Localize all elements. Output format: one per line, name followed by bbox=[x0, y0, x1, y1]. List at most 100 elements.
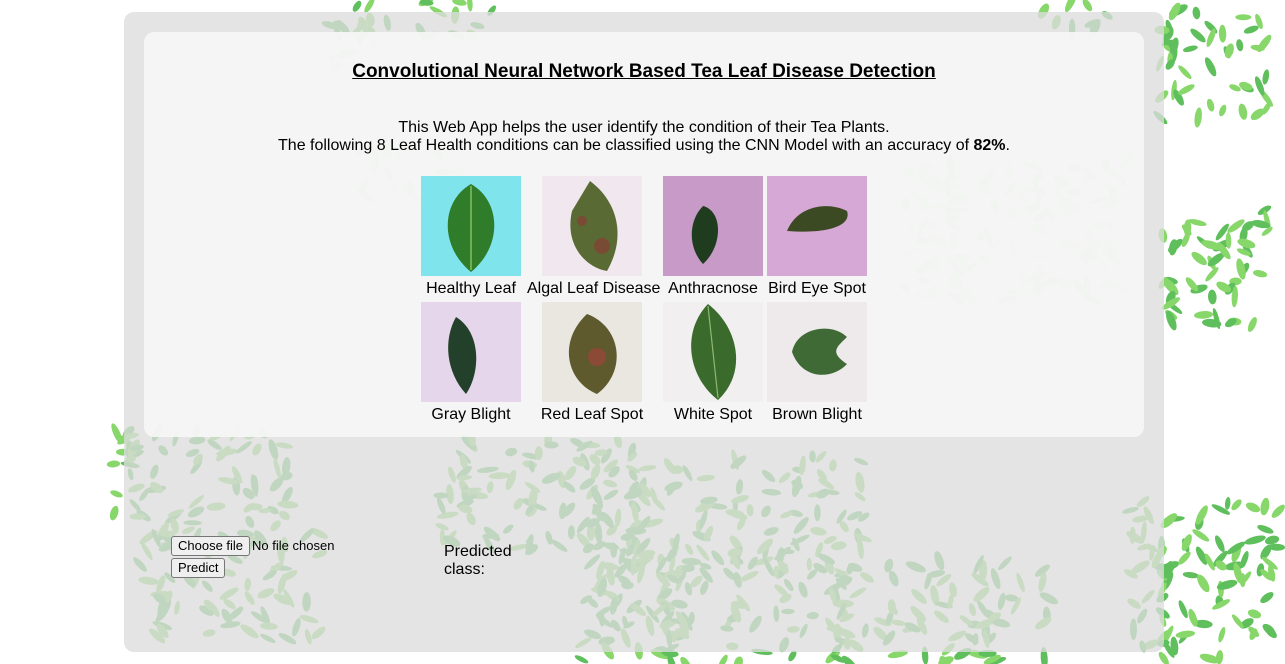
leaf-shape bbox=[1181, 534, 1192, 551]
white-spot-leaf-image bbox=[663, 302, 763, 402]
leaf-shape bbox=[830, 654, 846, 663]
leaf-shape bbox=[1262, 69, 1270, 85]
page-title: Convolutional Neural Network Based Tea L… bbox=[352, 61, 936, 82]
predict-button[interactable]: Predict bbox=[171, 558, 226, 578]
leaf-shape bbox=[1260, 497, 1270, 516]
condition-gray-blight: Gray Blight bbox=[406, 302, 536, 424]
leaf-shape bbox=[1247, 609, 1262, 619]
leaf-shape bbox=[1219, 104, 1227, 117]
leaf-shape bbox=[1212, 550, 1228, 567]
leaf-shape bbox=[1165, 26, 1174, 40]
description-text: The following 8 Leaf Health conditions c… bbox=[278, 137, 974, 154]
leaf-shape bbox=[1259, 89, 1274, 107]
leaf-shape bbox=[1188, 608, 1198, 627]
leaf-shape bbox=[1192, 6, 1201, 20]
leaf-shape bbox=[1165, 310, 1178, 320]
leaf-shape bbox=[1168, 238, 1183, 253]
leaf-shape bbox=[733, 656, 744, 664]
red-leaf-spot-image bbox=[542, 302, 642, 402]
leaf-shape bbox=[1231, 499, 1242, 511]
leaf-shape bbox=[1239, 83, 1254, 93]
leaf-shape bbox=[1158, 651, 1169, 664]
leaf-shape bbox=[1195, 516, 1204, 530]
leaf-shape bbox=[452, 0, 467, 6]
leaf-shape bbox=[1263, 210, 1271, 230]
leaf-shape bbox=[1165, 19, 1174, 36]
leaf-shape bbox=[1262, 623, 1276, 636]
description: This Web App helps the user identify the… bbox=[144, 119, 1144, 155]
leaf-shape bbox=[1183, 219, 1192, 237]
leaf-shape bbox=[1229, 277, 1242, 286]
leaf-shape bbox=[1260, 544, 1272, 560]
leaf-shape bbox=[1181, 224, 1192, 236]
brown-blight-leaf-image bbox=[767, 302, 867, 402]
choose-file-button[interactable]: Choose file bbox=[171, 536, 251, 556]
leaf-shape bbox=[1182, 45, 1198, 53]
leaf-shape bbox=[842, 655, 857, 664]
leaf-shape bbox=[1163, 45, 1176, 53]
leaf-shape bbox=[1162, 276, 1178, 285]
leaf-shape bbox=[1261, 556, 1278, 570]
leaf-shape bbox=[1216, 579, 1238, 590]
leaf-shape bbox=[1214, 535, 1225, 552]
leaf-shape bbox=[1267, 564, 1276, 582]
leaf-shape bbox=[1257, 205, 1272, 215]
leaf-shape bbox=[1235, 14, 1252, 21]
condition-label: Gray Blight bbox=[431, 406, 511, 423]
condition-algal-leaf-disease: Algal Leaf Disease bbox=[527, 176, 660, 298]
leaf-shape bbox=[1206, 28, 1216, 47]
leaf-shape bbox=[1205, 267, 1219, 282]
leaf-shape bbox=[1250, 44, 1265, 51]
leaf-shape bbox=[1260, 569, 1273, 581]
leaf-shape bbox=[1227, 317, 1242, 326]
description-line-2: The following 8 Leaf Health conditions c… bbox=[144, 137, 1144, 155]
leaf-shape bbox=[1264, 625, 1277, 639]
leaf-shape bbox=[1216, 281, 1232, 293]
condition-healthy-leaf: Healthy Leaf bbox=[406, 176, 536, 298]
leaf-shape bbox=[938, 656, 954, 664]
leaf-shape bbox=[1204, 553, 1215, 571]
leaf-shape bbox=[1215, 223, 1229, 241]
leaf-shape bbox=[1178, 84, 1195, 95]
leaf-shape bbox=[1211, 504, 1231, 515]
leaf-shape bbox=[1243, 25, 1259, 34]
leaf-shape bbox=[1167, 40, 1177, 52]
leaf-shape bbox=[1171, 79, 1177, 101]
leaf-shape bbox=[1207, 289, 1217, 305]
leaf-shape bbox=[1245, 502, 1261, 513]
leaf-shape bbox=[1199, 653, 1220, 664]
leaf-shape bbox=[1204, 20, 1218, 34]
leaf-shape bbox=[1223, 46, 1231, 59]
leaf-shape bbox=[1169, 42, 1178, 63]
leaf-shape bbox=[1194, 107, 1202, 128]
leaf-shape bbox=[1224, 561, 1246, 571]
leaf-shape bbox=[418, 0, 435, 7]
leaf-shape bbox=[1239, 81, 1253, 91]
leaf-shape bbox=[718, 654, 728, 664]
leaf-shape bbox=[1242, 244, 1253, 258]
leaf-shape bbox=[1168, 2, 1181, 21]
leaf-shape bbox=[1185, 277, 1199, 292]
condition-brown-blight: Brown Blight bbox=[752, 302, 882, 424]
leaf-shape bbox=[1226, 541, 1246, 555]
leaf-shape bbox=[1239, 618, 1254, 629]
leaf-shape bbox=[1166, 310, 1177, 331]
leaf-shape bbox=[1212, 239, 1231, 252]
leaf-shape bbox=[1215, 595, 1224, 608]
leaf-shape bbox=[1229, 84, 1241, 92]
leaf-shape bbox=[939, 656, 952, 664]
leaf-shape bbox=[1225, 232, 1232, 249]
leaf-shape bbox=[1244, 535, 1266, 545]
leaf-shape bbox=[1247, 317, 1257, 332]
leaf-shape bbox=[1178, 630, 1190, 644]
leaf-shape bbox=[111, 423, 123, 444]
description-suffix: . bbox=[1005, 137, 1010, 154]
leaf-shape bbox=[1181, 538, 1190, 553]
leaf-shape bbox=[988, 657, 1007, 664]
leaf-shape bbox=[1238, 103, 1248, 120]
leaf-shape bbox=[1224, 318, 1237, 328]
bird-eye-spot-leaf-image bbox=[767, 176, 867, 276]
leaf-shape bbox=[1218, 24, 1227, 43]
leaf-shape bbox=[1236, 248, 1252, 256]
leaf-shape bbox=[1215, 560, 1227, 571]
